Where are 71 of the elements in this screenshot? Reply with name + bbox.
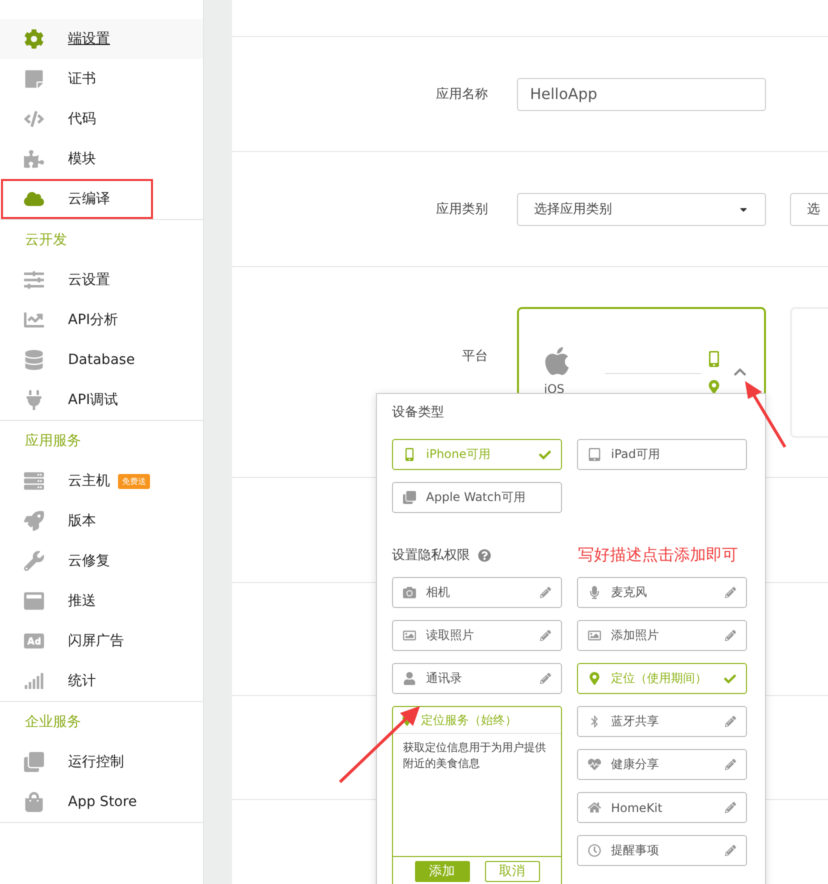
sidebar-item[interactable]: 端设置 [0, 19, 203, 59]
bag-icon [24, 792, 44, 812]
sliders-icon [24, 270, 44, 290]
server-icon [24, 471, 44, 491]
annotation-arrow [745, 381, 786, 448]
check-icon [724, 672, 736, 684]
pencil-icon[interactable] [725, 716, 736, 727]
device-option[interactable]: iPad可用 [577, 439, 747, 470]
section-title: 应用服务 [24, 432, 82, 451]
window-icon [24, 591, 44, 611]
permission-toggle[interactable]: 提醒事项 [577, 835, 747, 866]
rocket-icon [24, 511, 44, 531]
phone-icon [403, 448, 416, 461]
microphone-icon [588, 586, 601, 599]
permission-toggle[interactable]: 相机 [392, 577, 562, 608]
device-option[interactable]: Apple Watch可用 [392, 482, 562, 513]
home-icon [588, 801, 601, 814]
puzzle-icon [24, 149, 44, 169]
permission-title: 定位服务（始终） [421, 712, 517, 728]
app-name-field[interactable]: HelloApp [517, 78, 766, 110]
field-label: 应用类别 [435, 201, 488, 218]
badge: 免费送 [118, 474, 150, 488]
clock-icon [588, 844, 601, 857]
help-icon[interactable] [478, 548, 491, 562]
permission-toggle[interactable]: 健康分享 [577, 749, 747, 780]
pencil-icon[interactable] [725, 845, 736, 856]
pencil-icon[interactable] [725, 587, 736, 598]
subcategory-select[interactable]: 选 [790, 192, 828, 226]
phone-icon [706, 351, 722, 367]
section-title: 企业服务 [24, 713, 82, 732]
annotation-text: 写好描述点击添加即可 [578, 544, 738, 566]
windows-icon [24, 752, 44, 772]
permission-toggle[interactable]: 读取照片 [392, 620, 562, 651]
permission-toggle[interactable]: 麦克风 [577, 577, 747, 608]
user-icon [403, 672, 416, 685]
plug-icon [24, 390, 44, 410]
cloud-icon [24, 189, 44, 209]
permission-toggle[interactable]: 添加照片 [577, 620, 747, 651]
bluetooth-icon [588, 715, 601, 728]
field-label: 应用名称 [435, 86, 488, 103]
image-icon [588, 629, 601, 642]
chart-icon [24, 310, 44, 330]
pencil-icon[interactable] [725, 630, 736, 641]
pencil-icon[interactable] [725, 759, 736, 770]
permission-toggle[interactable]: 蓝牙共享 [577, 706, 747, 737]
popup-title: 设备类型 [392, 404, 445, 422]
pencil-icon[interactable] [725, 802, 736, 813]
platform-name: iOS [544, 382, 564, 396]
gear-icon [24, 29, 44, 49]
bars-icon [24, 671, 44, 691]
section-title: 云开发 [24, 231, 68, 250]
camera-icon [403, 586, 416, 599]
database-icon [24, 350, 44, 370]
field-label: 平台 [461, 348, 488, 365]
location-icon [588, 672, 601, 685]
wrench-icon [24, 551, 44, 571]
ad-icon [24, 631, 44, 651]
category-select[interactable]: 选择应用类别 [517, 192, 766, 226]
pencil-icon[interactable] [540, 587, 551, 598]
permission-toggle[interactable]: HomeKit [577, 792, 747, 823]
image-icon [403, 629, 416, 642]
pencil-icon[interactable] [540, 673, 551, 684]
check-icon [539, 448, 551, 460]
heartbeat-icon [588, 758, 601, 771]
pencil-icon[interactable] [540, 630, 551, 641]
code-icon [24, 109, 44, 129]
section-title: 设置隐私权限 [392, 547, 470, 564]
permission-toggle[interactable]: 通讯录 [392, 663, 562, 694]
note-icon [24, 69, 44, 89]
tablet-icon [588, 448, 601, 461]
location-icon [707, 380, 721, 394]
